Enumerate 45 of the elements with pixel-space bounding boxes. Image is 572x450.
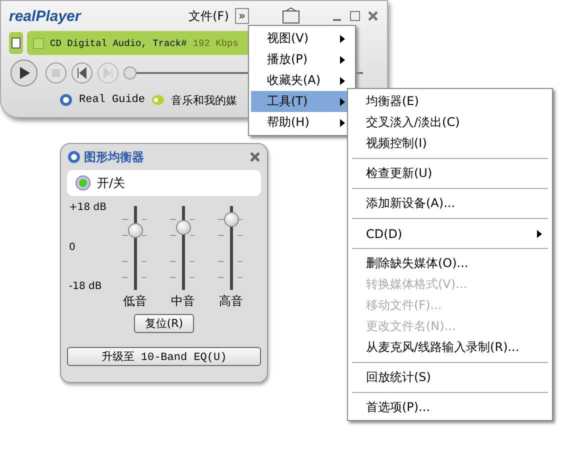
track-title: CD Digital Audio, Track# <box>50 38 187 48</box>
band-label: 中音 <box>171 293 195 310</box>
menu-item[interactable]: 视频控制(I) <box>350 133 550 154</box>
previous-button[interactable] <box>71 62 93 84</box>
media-link[interactable]: 音乐和我的媒 <box>171 92 238 108</box>
more-button[interactable]: » <box>234 8 249 24</box>
slider-thumb[interactable] <box>224 212 238 227</box>
guide-icon[interactable] <box>59 93 73 107</box>
scale-label: +18 dB <box>69 202 107 213</box>
reset-button[interactable]: 复位(R) <box>134 314 194 333</box>
scale-label: 0 <box>69 242 76 252</box>
power-toggle[interactable] <box>75 175 91 191</box>
menu-item[interactable]: 播放(P) <box>251 49 353 70</box>
menu-item[interactable]: 帮助(H) <box>251 112 353 133</box>
square-icon <box>33 38 44 48</box>
menu-item[interactable]: 回放统计(S) <box>350 367 550 388</box>
scale-label: -18 dB <box>69 281 103 292</box>
menu-item[interactable]: 从麦克风/线路输入录制(R)... <box>350 337 550 358</box>
menu-item[interactable]: CD(D) <box>350 223 550 244</box>
maximize-icon[interactable] <box>349 10 361 22</box>
file-menu[interactable]: 文件(F) <box>188 8 229 24</box>
close-icon[interactable] <box>367 10 379 22</box>
guide-link[interactable]: Real Guide <box>79 94 146 106</box>
band-label: 低音 <box>123 293 147 310</box>
slider-thumb[interactable] <box>128 222 142 238</box>
app-logo: realPlayer <box>9 8 81 24</box>
playlist-icon[interactable] <box>9 32 23 54</box>
menu-item[interactable]: 首选项(P)... <box>350 397 550 418</box>
slider-thumb[interactable] <box>176 220 190 235</box>
window-title: 图形均衡器 <box>84 148 145 166</box>
menu-item[interactable]: 检查更新(U) <box>350 163 550 184</box>
menu-item[interactable]: 均衡器(E) <box>350 91 550 112</box>
menu-item[interactable]: 视图(V) <box>251 28 353 49</box>
menu-item[interactable]: 收藏夹(A) <box>251 70 353 91</box>
menu-item[interactable]: 交叉淡入/淡出(C) <box>350 112 550 133</box>
close-icon[interactable] <box>249 151 261 163</box>
menu-item[interactable]: 删除缺失媒体(O)... <box>350 253 550 274</box>
app-icon <box>67 150 81 164</box>
slider-thumb[interactable] <box>124 66 136 80</box>
bitrate: 192 Kbps <box>192 38 238 48</box>
menu-item[interactable]: 添加新设备(A)... <box>350 193 550 214</box>
power-label: 开/关 <box>97 174 126 192</box>
tray-icon[interactable] <box>281 7 301 25</box>
upgrade-button[interactable]: 升级至 10-Band EQ(U) <box>67 347 261 366</box>
band-label: 高音 <box>219 293 243 310</box>
